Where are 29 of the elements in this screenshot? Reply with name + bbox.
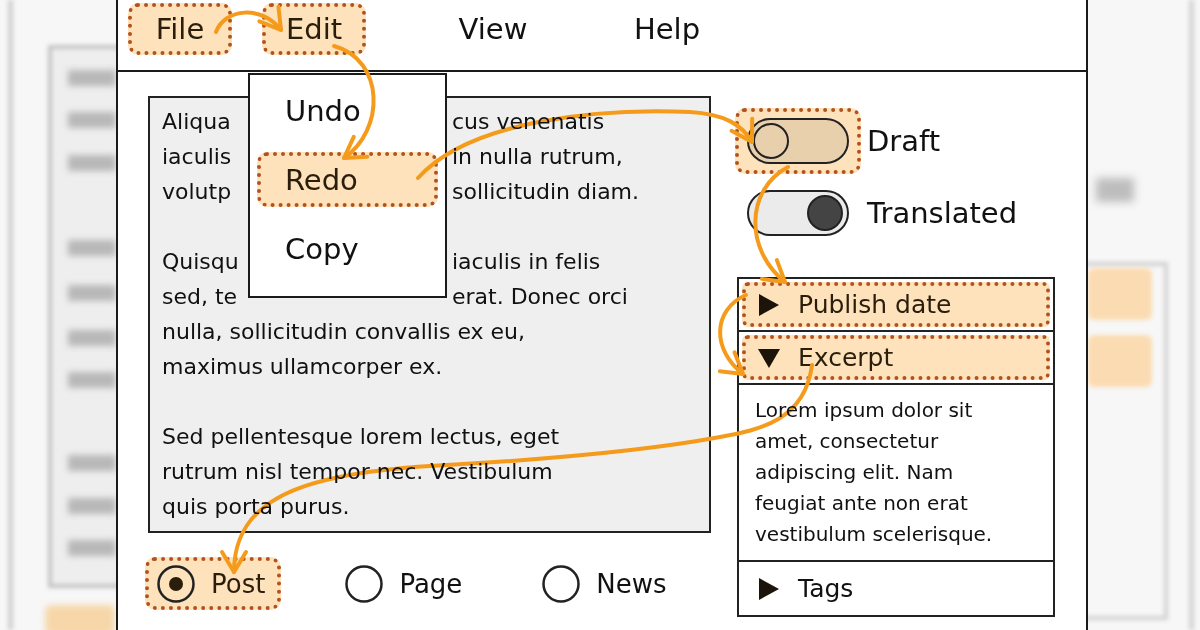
menu-option[interactable]: Copy [257,221,438,276]
text-line: Aliqua [162,108,231,136]
accordion-header[interactable]: Excerpt [742,335,1050,380]
accordion-header[interactable]: Publish date [742,282,1050,327]
text-line: iaculis [162,143,232,171]
text-line: Sed pellentesque lorem lectus, eget [162,424,560,449]
menu-option[interactable]: Undo [257,83,438,138]
menu-item[interactable]: Edit [262,3,366,55]
accordion-header[interactable]: Tags [742,565,1050,612]
menu-item[interactable]: File [128,3,232,55]
toggle-label: Translated [867,196,1018,230]
text-line: sollicitudin diam. [452,178,640,206]
text-line: Quisqu [162,248,239,276]
radio-option[interactable]: Post [145,557,282,610]
flow-arrow [214,5,283,34]
menu-option[interactable]: Redo [257,152,438,207]
text-line: sed, te [162,283,238,311]
text-line: nulla, sollicitudin convallis ex eu, [162,319,526,344]
toggle-label: Draft [867,124,941,158]
toggle-switch[interactable] [735,108,861,174]
text-line: volutp [162,178,232,206]
text-line: in nulla rutrum, [452,143,623,171]
text-line: erat. Donec orci [452,283,628,311]
menu-item[interactable]: Help [615,3,719,55]
text-line: maximus ullamcorper ex. [162,354,443,379]
radio-option[interactable]: Page [333,557,479,610]
text-line: iaculis in felis [452,248,601,276]
radio-option[interactable]: News [530,557,683,610]
menu-item[interactable]: View [441,3,545,55]
